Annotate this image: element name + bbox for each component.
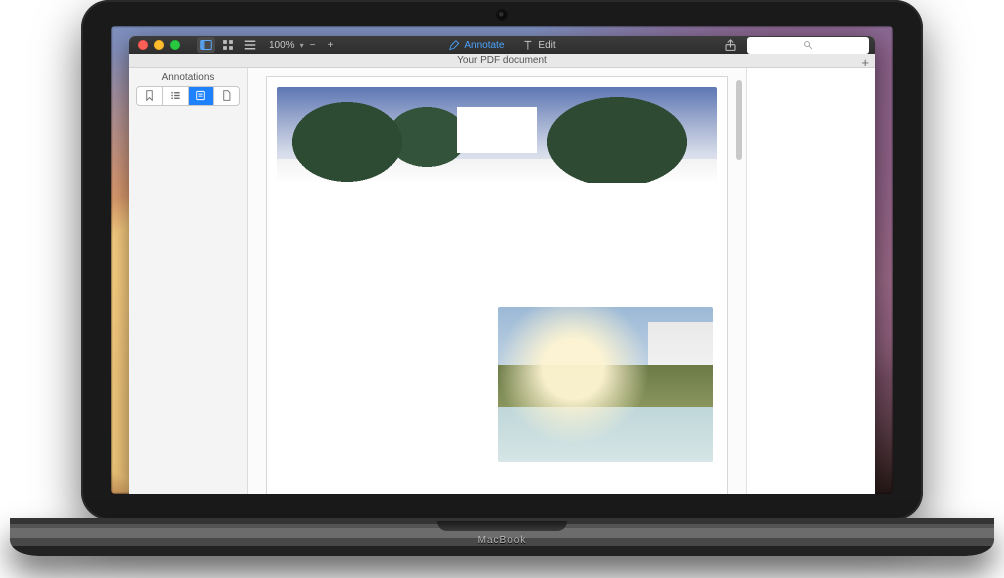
window-traffic-lights bbox=[129, 40, 189, 50]
annotate-mode-button[interactable]: Annotate bbox=[448, 40, 504, 51]
list-view-icon bbox=[244, 39, 256, 51]
sidebar-title: Annotations bbox=[129, 68, 247, 86]
list-view-button[interactable] bbox=[241, 37, 259, 53]
plus-icon: + bbox=[328, 40, 334, 51]
share-button[interactable] bbox=[721, 37, 739, 53]
annotate-label: Annotate bbox=[464, 40, 504, 51]
outline-icon bbox=[170, 90, 181, 101]
zoom-control[interactable]: 100% ▾ bbox=[269, 40, 304, 51]
macbook-base: MacBook bbox=[10, 518, 994, 556]
screen: 100% ▾ − + A bbox=[111, 26, 893, 494]
zoom-value: 100% bbox=[269, 40, 295, 51]
sidebar-tab-bookmarks[interactable] bbox=[137, 87, 163, 105]
close-button[interactable] bbox=[138, 40, 148, 50]
view-mode-group bbox=[197, 37, 259, 53]
edit-text-icon bbox=[522, 40, 533, 51]
share-icon bbox=[724, 39, 737, 52]
zoom-out-button[interactable]: − bbox=[304, 37, 322, 53]
toolbar: 100% ▾ − + A bbox=[129, 36, 875, 54]
bookmark-icon bbox=[144, 90, 155, 101]
tab-bar: Your PDF document + bbox=[129, 54, 875, 67]
annotation-list-icon bbox=[195, 90, 206, 101]
sidebar-tab-pages[interactable] bbox=[214, 87, 239, 105]
page-icon bbox=[221, 90, 232, 101]
sidebar-view-icon bbox=[200, 39, 212, 51]
sidebar-tab-outline[interactable] bbox=[163, 87, 189, 105]
maximize-button[interactable] bbox=[170, 40, 180, 50]
macbook-frame: 100% ▾ − + A bbox=[81, 0, 923, 520]
vertical-scrollbar[interactable] bbox=[736, 80, 742, 160]
sidebar-tab-annotations[interactable] bbox=[189, 87, 215, 105]
sidebar-view-button[interactable] bbox=[197, 37, 215, 53]
pdf-page bbox=[266, 76, 728, 494]
search-input[interactable] bbox=[747, 37, 869, 54]
document-viewport[interactable] bbox=[248, 68, 746, 494]
edit-mode-button[interactable]: Edit bbox=[522, 40, 555, 51]
sidebar-tabs bbox=[136, 86, 240, 106]
macbook-brand: MacBook bbox=[478, 535, 527, 546]
search-icon bbox=[803, 40, 813, 50]
camera bbox=[498, 11, 506, 19]
minus-icon: − bbox=[310, 40, 316, 51]
chevron-down-icon: ▾ bbox=[300, 41, 304, 50]
grid-view-icon bbox=[222, 39, 234, 51]
page-image-2 bbox=[498, 307, 713, 462]
tab-title[interactable]: Your PDF document bbox=[457, 55, 547, 66]
annotate-icon bbox=[448, 40, 459, 51]
edit-label: Edit bbox=[538, 40, 555, 51]
mode-switch: Annotate Edit bbox=[448, 40, 555, 51]
page-image-1 bbox=[277, 87, 717, 183]
grid-view-button[interactable] bbox=[219, 37, 237, 53]
hinge-notch bbox=[437, 521, 567, 531]
pdf-app-window: 100% ▾ − + A bbox=[129, 36, 875, 494]
right-panel bbox=[746, 68, 875, 494]
sidebar: Annotations bbox=[129, 68, 248, 494]
zoom-in-button[interactable]: + bbox=[322, 37, 340, 53]
main: Annotations bbox=[129, 68, 875, 494]
new-tab-button[interactable]: + bbox=[861, 55, 869, 70]
minimize-button[interactable] bbox=[154, 40, 164, 50]
